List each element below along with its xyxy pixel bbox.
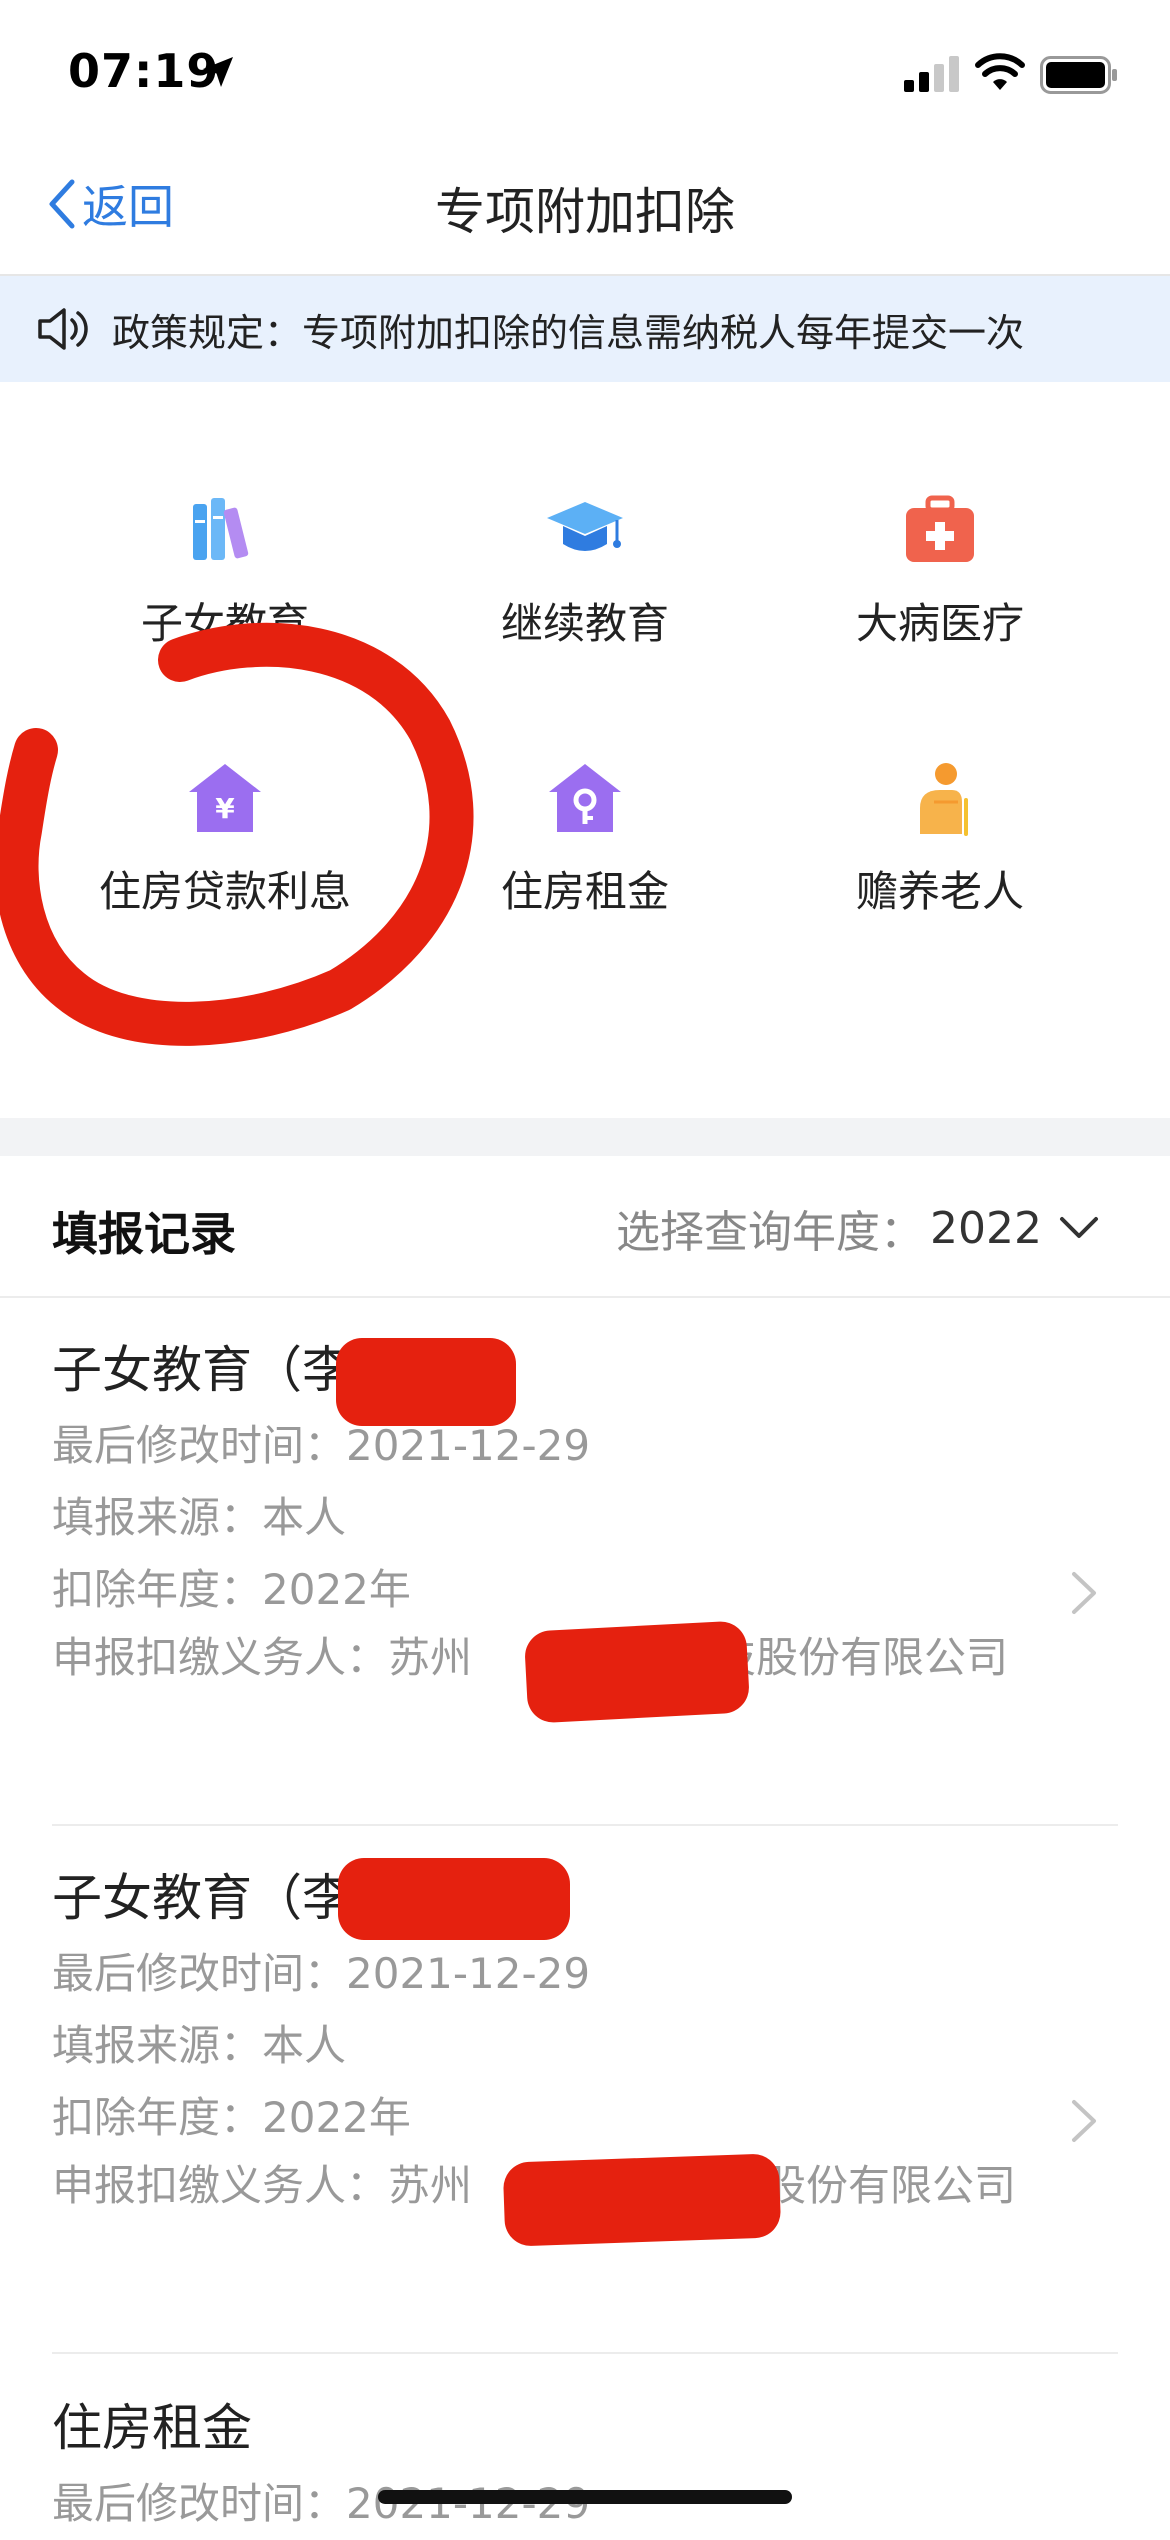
cellular-signal-icon <box>904 56 959 92</box>
records-header: 填报记录 选择查询年度： 2022 <box>0 1156 1170 1298</box>
chevron-down-icon <box>1060 1217 1098 1238</box>
redaction-mark <box>336 1338 516 1426</box>
record-modified-time: 最后修改时间：2021-12-29 <box>52 1421 591 1470</box>
elderly-person-icon <box>920 763 968 836</box>
category-label: 赡养老人 <box>855 867 1024 916</box>
record-source: 填报来源：本人 <box>52 2021 347 2070</box>
year-selector[interactable]: 选择查询年度： 2022 <box>616 1196 1100 1260</box>
location-arrow-icon <box>203 57 233 87</box>
redaction-mark <box>523 1620 751 1724</box>
category-label: 大病医疗 <box>855 599 1024 648</box>
section-divider <box>0 1118 1170 1156</box>
record-title-prefix: 子女教育（李 <box>52 1341 352 1399</box>
record-deduction-year: 扣除年度：2022年 <box>52 1565 411 1614</box>
records-title: 填报记录 <box>52 1207 236 1261</box>
record-withholder-prefix: 申报扣缴义务人：苏州 <box>52 2161 473 2210</box>
status-time: 07:19 <box>68 44 220 98</box>
speaker-icon <box>38 308 88 350</box>
house-key-icon <box>549 764 621 832</box>
medical-kit-icon <box>906 495 974 562</box>
battery-icon <box>1040 56 1117 94</box>
category-serious-illness-medical[interactable]: 大病医疗 <box>745 490 1135 710</box>
books-icon <box>193 498 249 560</box>
policy-notice-banner: 政策规定：专项附加扣除的信息需纳税人每年提交一次 <box>0 276 1170 382</box>
category-elderly-support[interactable]: 赡养老人 <box>745 758 1135 978</box>
chevron-right-icon <box>1072 1572 1096 1614</box>
policy-notice-text: 政策规定：专项附加扣除的信息需纳税人每年提交一次 <box>112 310 1025 355</box>
redaction-mark <box>338 1858 570 1940</box>
record-source: 填报来源：本人 <box>52 1493 347 1542</box>
chevron-right-icon <box>1072 2100 1096 2142</box>
record-item[interactable]: 子女教育（李涵） 最后修改时间：2021-12-29 填报来源：本人 扣除年度：… <box>52 1330 1118 1826</box>
graduation-cap-icon <box>547 502 623 551</box>
annotation-circle-mark <box>0 622 474 1046</box>
record-modified-time: 最后修改时间：2021-12-29 <box>52 1949 591 1998</box>
record-item[interactable]: 住房租金 最后修改时间：2021-12-29 <box>52 2388 1118 2532</box>
year-selector-label: 选择查询年度： <box>616 1207 925 1258</box>
page-title: 专项附加扣除 <box>435 183 735 241</box>
record-title: 子女教育（李涵） <box>52 1330 1118 1410</box>
record-deduction-year: 扣除年度：2022年 <box>52 2093 411 2142</box>
record-title: 子女教育（李 <box>52 1858 1118 1938</box>
year-selector-value: 2022 <box>930 1202 1042 1254</box>
deduction-category-grid: 子女教育 继续教育 大病医疗 ¥ 住房贷款利息 住房租金 赡养老人 <box>0 382 1170 1118</box>
record-withholder-prefix: 申报扣缴义务人：苏州 <box>52 1633 473 1682</box>
redaction-mark <box>502 2153 782 2247</box>
record-item[interactable]: 子女教育（李 最后修改时间：2021-12-29 填报来源：本人 扣除年度：20… <box>52 1858 1118 2354</box>
status-bar: 07:19 <box>0 0 1170 150</box>
record-title-prefix: 子女教育（李 <box>52 1869 352 1927</box>
wifi-icon <box>975 53 1025 90</box>
nav-bar: 返回 专项附加扣除 <box>0 150 1170 276</box>
home-indicator <box>378 2490 792 2504</box>
record-title: 住房租金 <box>52 2399 252 2457</box>
record-modified-time: 最后修改时间：2021-12-29 <box>52 2479 591 2528</box>
